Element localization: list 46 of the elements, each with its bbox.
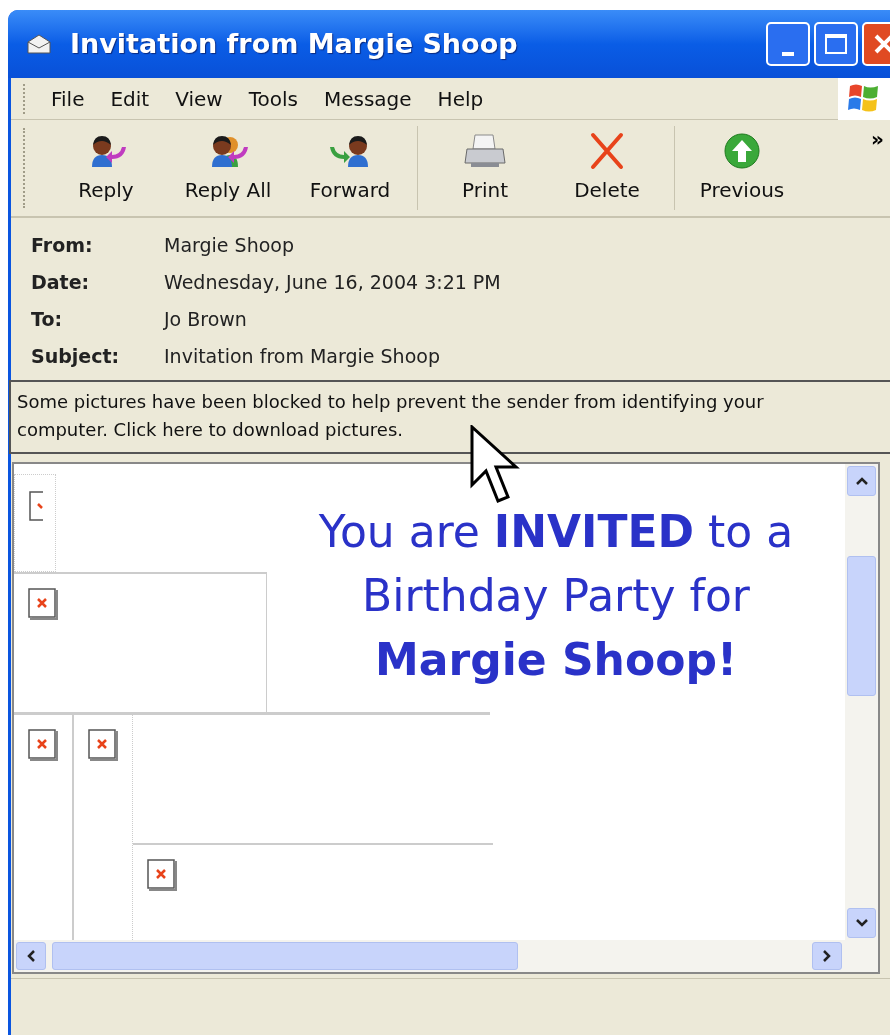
minimize-icon xyxy=(782,52,794,56)
broken-image-icon xyxy=(147,859,177,891)
toolbar-button[interactable]: Forward xyxy=(289,124,411,212)
maximize-button[interactable] xyxy=(814,22,858,66)
broken-image-icon xyxy=(88,729,118,761)
header-value: Wednesday, June 16, 2004 3:21 PM xyxy=(164,270,501,296)
horizontal-scroll-thumb[interactable] xyxy=(52,942,518,970)
scroll-down-button[interactable] xyxy=(847,908,876,938)
scroll-right-button[interactable] xyxy=(812,942,842,970)
right-caret-icon xyxy=(822,949,832,963)
invitation-line: You are INVITED to a xyxy=(318,505,794,559)
toolbar-button[interactable]: Delete xyxy=(546,124,668,212)
invitation-line: Birthday Party for xyxy=(362,569,750,623)
menu-item[interactable]: Edit xyxy=(110,83,150,114)
toolbar-button[interactable]: Print xyxy=(424,124,546,212)
close-icon xyxy=(872,32,890,56)
broken-image-icon xyxy=(28,729,58,761)
minimize-button[interactable] xyxy=(766,22,810,66)
window-title: Invitation from Margie Shoop xyxy=(70,26,518,61)
menu-item[interactable]: Tools xyxy=(248,83,298,114)
scroll-up-button[interactable] xyxy=(847,466,876,496)
menu-item[interactable]: Help xyxy=(437,83,484,114)
down-caret-icon xyxy=(854,918,869,928)
header-value: Invitation from Margie Shoop xyxy=(164,344,440,370)
toolbar-button[interactable]: Reply All xyxy=(167,124,289,212)
invitation-line: Margie Shoop! xyxy=(375,633,737,687)
left-caret-icon xyxy=(26,949,36,963)
envelope-icon xyxy=(26,33,52,55)
menu-item[interactable]: Message xyxy=(323,83,412,114)
header-label: To: xyxy=(31,307,64,333)
overflow-chevron[interactable]: » xyxy=(871,124,884,154)
broken-image-icon xyxy=(29,491,43,523)
header-value: Jo Brown xyxy=(164,307,247,333)
header-label: From: xyxy=(31,233,94,259)
vertical-scroll-thumb[interactable] xyxy=(847,556,876,696)
header-value: Margie Shoop xyxy=(164,233,294,259)
header-label: Date: xyxy=(31,270,91,296)
maximize-icon xyxy=(825,34,847,54)
scroll-left-button[interactable] xyxy=(16,942,46,970)
menu-item[interactable]: File xyxy=(51,83,85,114)
header-label: Subject: xyxy=(31,344,121,370)
toolbar-button[interactable]: Reply xyxy=(45,124,167,212)
menu-item[interactable]: View xyxy=(175,83,223,114)
broken-image-icon xyxy=(28,588,58,620)
up-caret-icon xyxy=(854,476,869,486)
toolbar-button[interactable]: Previous xyxy=(681,124,803,212)
